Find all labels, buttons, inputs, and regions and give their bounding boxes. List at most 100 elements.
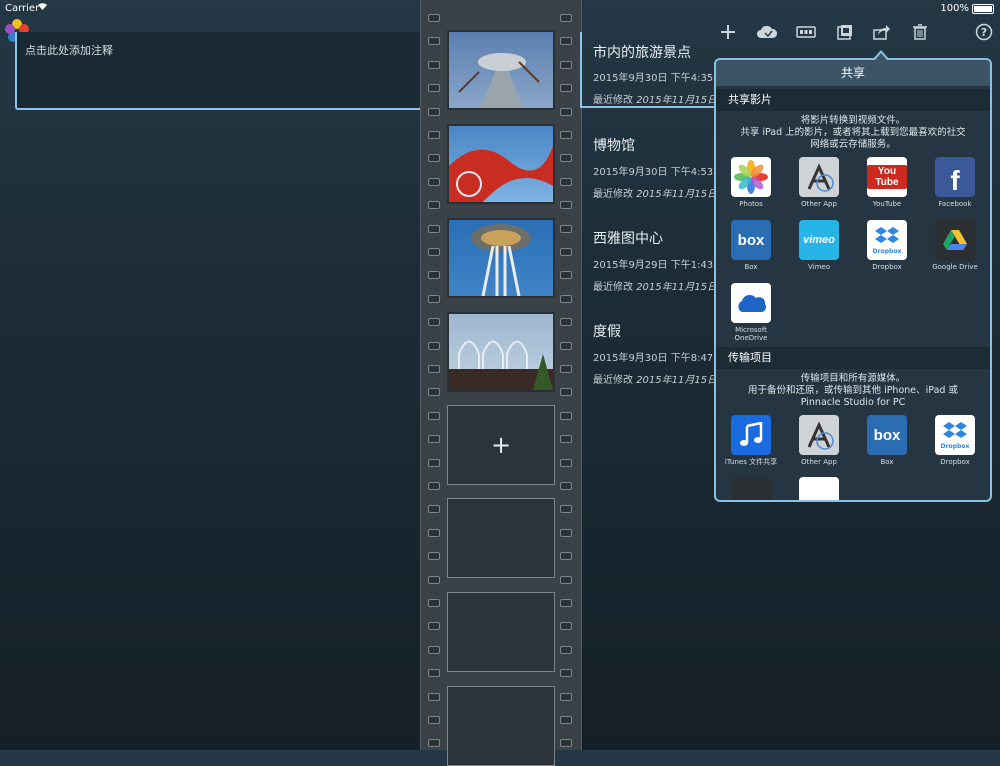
movie-modified: 最近修改 2015年11月15日 [593, 282, 718, 293]
google-drive-icon [935, 220, 975, 260]
sprocket-hole [428, 37, 440, 45]
sprocket-hole [428, 318, 440, 326]
battery-icon [972, 3, 994, 14]
app-store-icon [799, 415, 839, 455]
sprocket-hole [560, 131, 572, 139]
transfer-targets-grid: iTunes 文件共享 Other App box Box Dropbox Dr… [716, 415, 990, 500]
movie-thumbnail[interactable] [447, 218, 555, 298]
movie-date: 2015年9月30日 下午4:53 [593, 167, 714, 178]
sprocket-hole [560, 37, 572, 45]
help-icon[interactable]: ? [972, 20, 996, 44]
movie-date: 2015年9月30日 下午4:35 [593, 73, 714, 84]
partial-app-icon [799, 477, 839, 500]
movie-thumbnail[interactable] [447, 312, 555, 392]
sprocket-hole [560, 342, 572, 350]
share-photos-button[interactable]: Photos [719, 157, 783, 208]
popover-title: 共享 [716, 60, 990, 86]
share-google-drive-button[interactable]: Google Drive [923, 220, 987, 271]
empty-frame [447, 498, 555, 578]
share-target-label: Vimeo [808, 263, 830, 271]
sprocket-hole [428, 669, 440, 677]
app-store-icon [799, 157, 839, 197]
share-target-label: Box [744, 263, 758, 271]
svg-text:?: ? [981, 26, 987, 39]
transfer-itunes-button[interactable]: iTunes 文件共享 [719, 415, 783, 466]
share-icon[interactable] [870, 20, 894, 44]
movie-thumbnail[interactable] [447, 30, 555, 110]
sprocket-hole [560, 318, 572, 326]
sprocket-hole [428, 435, 440, 443]
movie-title: 市内的旅游景点 [593, 45, 691, 61]
sprocket-hole [560, 108, 572, 116]
transfer-more-button[interactable] [787, 477, 851, 500]
movie-date: 2015年9月29日 下午1:43 [593, 260, 714, 271]
project-icon[interactable] [833, 20, 857, 44]
sprocket-hole [428, 201, 440, 209]
battery-indicator: 100% [940, 3, 994, 14]
share-facebook-button[interactable]: f Facebook [923, 157, 987, 208]
transfer-more-button[interactable] [719, 477, 783, 500]
add-clip-button[interactable]: + [447, 405, 555, 485]
sprocket-hole [560, 482, 572, 490]
share-target-label: Facebook [938, 200, 972, 208]
transfer-other-app-button[interactable]: Other App [787, 415, 851, 466]
onedrive-icon [731, 283, 771, 323]
share-target-label: Other App [801, 200, 837, 208]
share-movie-description: 将影片转换到视频文件。 共享 iPad 上的影片，或者将其上载到您最喜欢的社交 … [740, 115, 966, 150]
transfer-target-label: Dropbox [940, 458, 970, 466]
music-note-icon [731, 415, 771, 455]
sprocket-hole [428, 154, 440, 162]
sprocket-column-right [560, 0, 572, 750]
tape-icon[interactable] [794, 20, 818, 44]
sprocket-hole [560, 716, 572, 724]
transfer-dropbox-button[interactable]: Dropbox Dropbox [923, 415, 987, 466]
sprocket-hole [428, 693, 440, 701]
sprocket-hole [428, 576, 440, 584]
sprocket-hole [560, 646, 572, 654]
share-target-label: Microsoft OneDrive [734, 326, 768, 342]
sprocket-hole [560, 365, 572, 373]
share-target-label: Google Drive [932, 263, 978, 271]
popover-arrow-inner [875, 53, 887, 60]
note-placeholder: 点击此处添加注释 [25, 44, 113, 57]
sprocket-hole [560, 459, 572, 467]
share-vimeo-button[interactable]: vimeo Vimeo [787, 220, 851, 271]
sprocket-hole [428, 716, 440, 724]
box-icon: box [731, 220, 771, 260]
sprocket-column-left [428, 0, 440, 750]
sprocket-hole [428, 295, 440, 303]
transfer-target-label: Other App [801, 458, 837, 466]
movie-date: 2015年9月30日 下午8:47 [593, 353, 714, 364]
sprocket-hole [560, 248, 572, 256]
sprocket-hole [428, 14, 440, 22]
sprocket-hole [428, 178, 440, 186]
share-onedrive-button[interactable]: Microsoft OneDrive [719, 283, 783, 342]
movie-title: 西雅图中心 [593, 231, 663, 247]
sprocket-hole [560, 225, 572, 233]
transfer-target-label: Box [880, 458, 894, 466]
sprocket-hole [428, 412, 440, 420]
sprocket-hole [428, 552, 440, 560]
cloud-icon[interactable] [755, 20, 779, 44]
share-dropbox-button[interactable]: Dropbox Dropbox [855, 220, 919, 271]
sprocket-hole [560, 552, 572, 560]
sprocket-hole [560, 576, 572, 584]
share-box-button[interactable]: box Box [719, 220, 783, 271]
trash-icon[interactable] [908, 20, 932, 44]
share-movie-heading: 共享影片 [716, 89, 990, 111]
sprocket-hole [428, 225, 440, 233]
sprocket-hole [560, 295, 572, 303]
movie-title: 博物馆 [593, 138, 635, 154]
movie-modified: 最近修改 2015年11月15日 [593, 189, 718, 200]
share-popover: 共享 共享影片 将影片转换到视频文件。 共享 iPad 上的影片，或者将其上载到… [714, 58, 992, 502]
share-other-app-button[interactable]: Other App [787, 157, 851, 208]
movie-thumbnail[interactable] [447, 124, 555, 204]
note-field[interactable]: 点击此处添加注释 [15, 32, 422, 110]
sprocket-hole [428, 505, 440, 513]
transfer-box-button[interactable]: box Box [855, 415, 919, 466]
sprocket-hole [428, 459, 440, 467]
transfer-description: 传输项目和所有源媒体。 用于备份和还原，或传输到其他 iPhone、iPad 或… [748, 373, 958, 408]
share-youtube-button[interactable]: You Tube YouTube [855, 157, 919, 208]
sprocket-hole [428, 131, 440, 139]
sprocket-hole [560, 669, 572, 677]
